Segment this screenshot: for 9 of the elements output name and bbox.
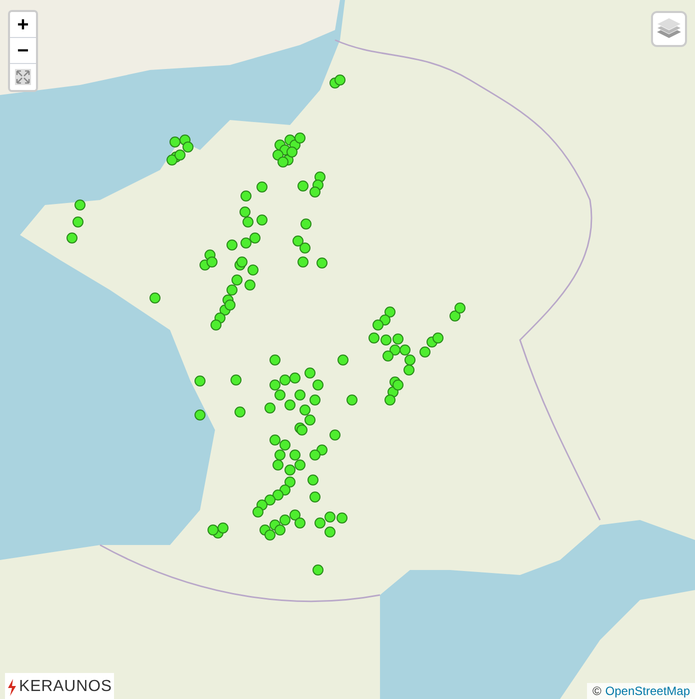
zoom-out-button[interactable]: −	[10, 38, 36, 64]
fullscreen-icon	[15, 69, 31, 85]
layers-button[interactable]	[651, 11, 687, 47]
logo-text: KERAUNOS	[19, 677, 112, 697]
openstreetmap-link[interactable]: OpenStreetMap	[605, 683, 690, 699]
zoom-in-button[interactable]: +	[10, 12, 36, 38]
layers-icon	[656, 17, 682, 41]
copyright-symbol: ©	[592, 683, 602, 699]
lightning-bolt-icon	[7, 678, 17, 696]
